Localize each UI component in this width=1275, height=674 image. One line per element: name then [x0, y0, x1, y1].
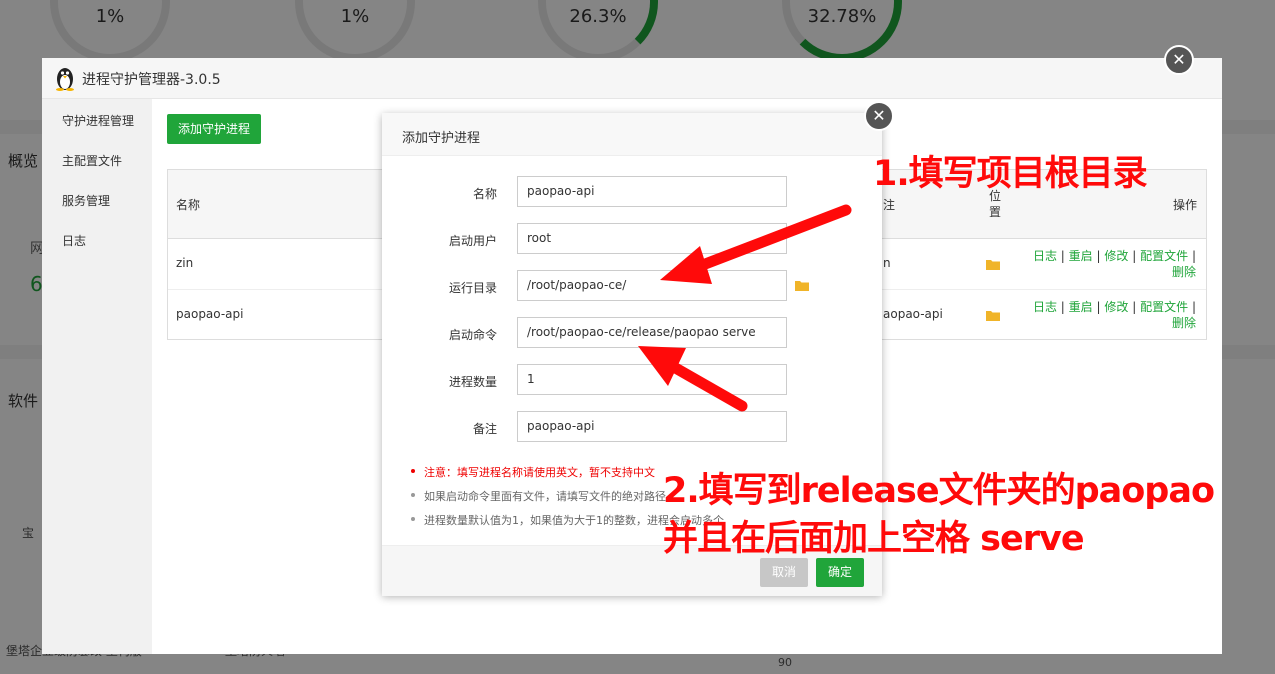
annotation-step2-line2: 并且在后面加上空格 serve: [663, 519, 1085, 559]
arrow-to-run-dir: [660, 204, 852, 284]
annotation-step1: 1.填写项目根目录: [873, 154, 1148, 194]
annotation-arrows: [638, 204, 852, 412]
arrow-to-command: [638, 346, 748, 412]
annotation-step2-line1: 2.填写到release文件夹的paopao: [663, 471, 1215, 511]
